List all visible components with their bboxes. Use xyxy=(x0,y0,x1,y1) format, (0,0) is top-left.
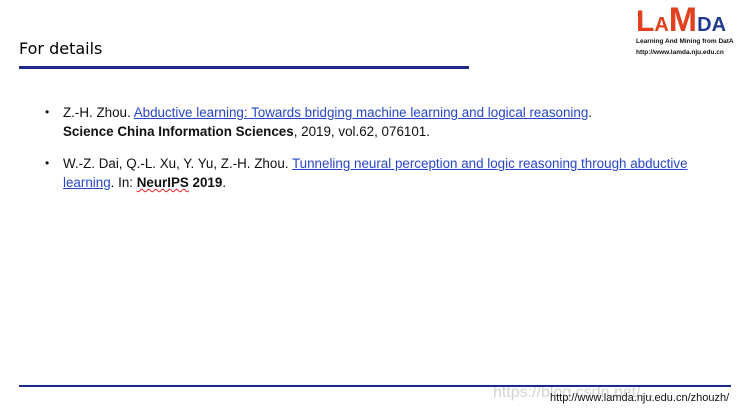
title-underline xyxy=(19,66,469,69)
reference-title-link[interactable]: Abductive learning: Towards bridging mac… xyxy=(134,105,589,120)
logo-letter-l: L xyxy=(636,5,655,38)
reference-details: . xyxy=(222,175,227,190)
logo-url: http://www.lamda.nju.edu.cn xyxy=(636,49,724,56)
reference-authors: Z.-H. Zhou. xyxy=(63,105,134,120)
slide: For details LAMDA Learning And Mining fr… xyxy=(0,0,740,413)
reference-venue: Science China Information Sciences xyxy=(63,124,294,139)
lamda-logo: LAMDA Learning And Mining from DatA http… xyxy=(634,3,738,59)
reference-item: • Z.-H. Zhou. Abductive learning: Towards… xyxy=(45,103,695,141)
footer-url: http://www.lamda.nju.edu.cn/zhouzh/ xyxy=(550,392,730,404)
logo-letter-a: A xyxy=(654,14,669,36)
footer-rule xyxy=(19,385,731,387)
reference-item: • W.-Z. Dai, Q.-L. Xu, Y. Yu, Z.-H. Zhou.… xyxy=(45,154,695,192)
logo-wordmark: LAMDA xyxy=(636,1,726,39)
reference-details: , 2019, vol.62, 076101. xyxy=(293,124,430,139)
reference-punct: . In: xyxy=(110,175,137,190)
reference-list: • Z.-H. Zhou. Abductive learning: Towards… xyxy=(45,103,695,205)
reference-authors: W.-Z. Dai, Q.-L. Xu, Y. Yu, Z.-H. Zhou. xyxy=(63,156,292,171)
reference-venue-year: 2019 xyxy=(188,175,223,190)
reference-venue: NeurIPS xyxy=(136,175,189,190)
logo-letter-d: D xyxy=(697,14,712,36)
bullet-icon: • xyxy=(45,156,50,170)
logo-letter-m: M xyxy=(668,1,698,39)
logo-letter-a-second: A xyxy=(711,14,727,36)
slide-title: For details xyxy=(19,39,103,58)
logo-tagline: Learning And Mining from DatA xyxy=(636,38,734,45)
reference-punct: . xyxy=(588,105,593,120)
bullet-icon: • xyxy=(45,105,50,119)
